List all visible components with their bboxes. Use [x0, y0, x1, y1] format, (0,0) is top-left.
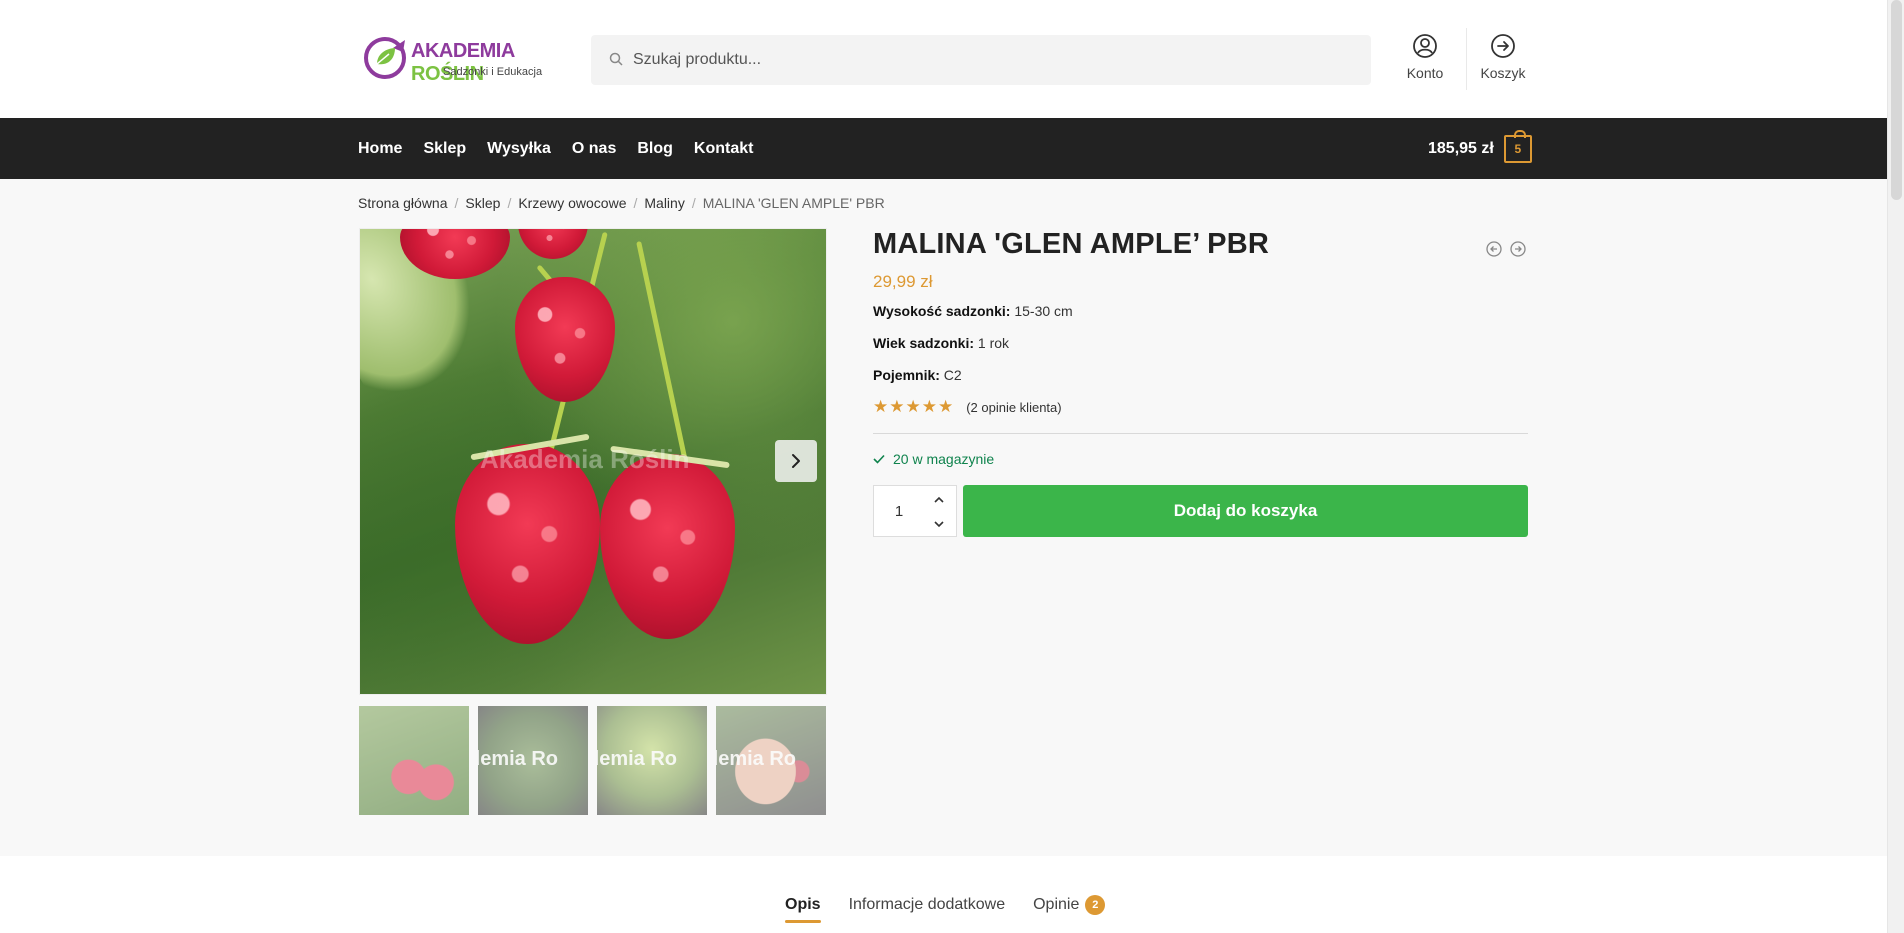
nav-item-home[interactable]: Home [358, 140, 402, 158]
breadcrumb: Strona główna / Sklep / Krzewy owocowe /… [358, 195, 885, 211]
breadcrumb-item-home[interactable]: Strona główna [358, 195, 448, 211]
main-navigation: Home Sklep Wysyłka O nas Blog Kontakt 18… [0, 118, 1887, 179]
tab-additional-info[interactable]: Informacje dodatkowe [849, 896, 1006, 921]
quantity-stepper[interactable]: 1 [873, 485, 957, 537]
attribute-value: C2 [943, 367, 962, 383]
attribute-value: 1 rok [977, 335, 1010, 351]
cart-label: Koszyk [1480, 65, 1526, 81]
search-input[interactable] [633, 35, 1353, 85]
tab-reviews[interactable]: Opinie 2 [1033, 895, 1106, 922]
nav-cart[interactable]: 185,95 zł 5 [1428, 130, 1532, 163]
leaf-logo-icon [364, 37, 406, 79]
chevron-up-icon[interactable] [933, 496, 945, 504]
thumbnail-4[interactable]: demia Ro [716, 706, 826, 815]
nav-item-blog[interactable]: Blog [637, 140, 673, 158]
logo-tagline: Sadzonki i Edukacja [443, 66, 543, 78]
stock-text: 20 w magazynie [893, 451, 995, 467]
breadcrumb-current: MALINA 'GLEN AMPLE' PBR [702, 195, 885, 211]
attribute-value: 15-30 cm [1014, 303, 1073, 319]
breadcrumb-item-subcategory[interactable]: Maliny [644, 195, 684, 211]
nav-menu: Home Sklep Wysyłka O nas Blog Kontakt [358, 118, 774, 179]
attribute-label: Wysokość sadzonki: [873, 303, 1011, 319]
attribute-age: Wiek sadzonki: 1 rok [873, 335, 1009, 351]
chevron-down-icon[interactable] [933, 520, 945, 528]
account-link[interactable]: Konto [1403, 33, 1447, 81]
breadcrumb-separator: / [454, 195, 459, 211]
quantity-value[interactable]: 1 [874, 486, 924, 536]
tab-description[interactable]: Opis [785, 896, 821, 923]
product-rating: ★★★★★ (2 opinie klienta) [873, 397, 1062, 417]
gallery-next-button[interactable] [775, 440, 817, 482]
checkmark-icon [873, 454, 885, 464]
breadcrumb-separator: / [633, 195, 638, 211]
summary-divider [873, 433, 1528, 434]
reviews-count-badge: 2 [1085, 895, 1106, 915]
reviews-link[interactable]: (2 opinie klienta) [966, 400, 1061, 415]
product-price: 29,99 zł [873, 272, 933, 291]
breadcrumb-item-category[interactable]: Krzewy owocowe [518, 195, 626, 211]
thumbnail-watermark: demia Ro [597, 748, 678, 770]
cart-link[interactable]: Koszyk [1478, 33, 1528, 81]
breadcrumb-item-shop[interactable]: Sklep [465, 195, 500, 211]
product-tabs-section: Opis Informacje dodatkowe Opinie 2 [0, 856, 1887, 933]
thumbnail-watermark: demia Ro [716, 748, 797, 770]
page-scrollbar[interactable] [1887, 0, 1904, 933]
nav-item-sklep[interactable]: Sklep [423, 140, 466, 158]
logo-word-1: AKADEMIA [411, 40, 515, 62]
star-rating-icon: ★★★★★ [873, 397, 955, 416]
account-label: Konto [1406, 65, 1444, 81]
add-to-cart-button[interactable]: Dodaj do koszyka [963, 485, 1528, 537]
logo-text: AKADEMIA ROŚLIN [411, 40, 543, 86]
chevron-right-icon [792, 454, 800, 468]
search-icon [609, 52, 623, 66]
breadcrumb-separator: / [507, 195, 512, 211]
image-watermark: Akademia Roślin [480, 444, 690, 474]
nav-item-kontakt[interactable]: Kontakt [694, 140, 754, 158]
attribute-container: Pojemnik: C2 [873, 367, 962, 383]
cart-count-badge: 5 [1503, 130, 1532, 163]
thumbnail-1[interactable] [359, 706, 469, 815]
thumbnail-3[interactable]: demia Ro [597, 706, 707, 815]
site-logo[interactable]: AKADEMIA ROŚLIN Sadzonki i Edukacja [363, 30, 543, 86]
attribute-label: Wiek sadzonki: [873, 335, 975, 351]
attribute-height: Wysokość sadzonki: 15-30 cm [873, 303, 1073, 319]
previous-product-icon[interactable] [1486, 241, 1502, 257]
arrow-right-circle-icon [1491, 34, 1515, 58]
quantity-arrows [926, 496, 952, 528]
raspberry-shape [515, 277, 615, 402]
nav-item-o-nas[interactable]: O nas [572, 140, 616, 158]
header-divider [1466, 28, 1467, 90]
product-tabs: Opis Informacje dodatkowe Opinie 2 [785, 895, 1133, 923]
next-product-icon[interactable] [1510, 241, 1526, 257]
raspberry-shape [518, 229, 588, 259]
search-box [591, 35, 1371, 85]
thumbnail-2[interactable]: demia Ro [478, 706, 588, 815]
thumbnail-watermark: demia Ro [478, 748, 559, 770]
stem-shape [636, 240, 689, 468]
stock-status: 20 w magazynie [873, 451, 994, 467]
tab-reviews-label: Opinie [1033, 896, 1080, 914]
attribute-label: Pojemnik: [873, 367, 940, 383]
product-title: MALINA 'GLEN AMPLE’ PBR [873, 228, 1270, 260]
gallery-thumbnails: demia Ro demia Ro demia Ro [359, 706, 826, 815]
raspberry-shape [600, 454, 735, 639]
site-header: AKADEMIA ROŚLIN Sadzonki i Edukacja Kont… [0, 0, 1887, 118]
breadcrumb-separator: / [691, 195, 696, 211]
scrollbar-thumb[interactable] [1891, 0, 1902, 200]
product-main-image[interactable]: Akademia Roślin [359, 228, 827, 695]
user-icon [1413, 34, 1437, 58]
cart-amount: 185,95 zł [1428, 140, 1494, 157]
nav-item-wysylka[interactable]: Wysyłka [487, 140, 551, 158]
